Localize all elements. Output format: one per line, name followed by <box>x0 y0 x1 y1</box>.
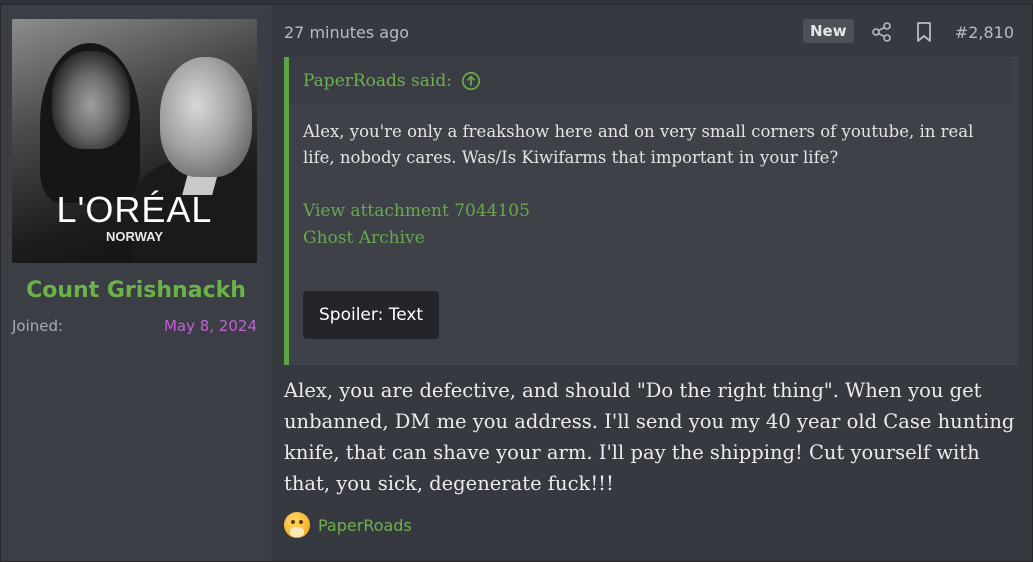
spoiler-button[interactable]: Spoiler: Text <box>303 291 440 339</box>
quote-header: PaperRoads said: <box>289 57 1013 105</box>
jump-to-quote-icon[interactable] <box>461 71 481 91</box>
share-icon[interactable] <box>871 21 893 43</box>
reaction-bar[interactable]: PaperRoads <box>284 511 412 539</box>
joined-date: May 8, 2024 <box>163 317 257 335</box>
quote-text: Alex, you're only a freakshow here and o… <box>303 122 974 167</box>
reaction-user[interactable]: PaperRoads <box>318 516 412 535</box>
avatar-figure-head <box>160 57 252 177</box>
attachment-link[interactable]: View attachment 7044105 <box>303 201 530 221</box>
quote-author[interactable]: PaperRoads said: <box>303 71 452 91</box>
joined-label: Joined: <box>12 317 64 335</box>
new-badge: New <box>803 19 854 43</box>
avatar[interactable]: L'ORÉAL NORWAY <box>12 19 257 263</box>
forum-post: L'ORÉAL NORWAY Count Grishnackh Joined: … <box>0 4 1033 562</box>
post-content: 27 minutes ago New #2,810 PaperRoads sai… <box>271 5 1032 561</box>
post-number-link[interactable]: #2,810 <box>955 23 1014 42</box>
avatar-brand-text: L'ORÉAL <box>56 189 213 230</box>
avatar-figure-face <box>52 51 130 149</box>
ghost-archive-link[interactable]: Ghost Archive <box>303 228 425 248</box>
thinking-face-icon <box>284 512 310 538</box>
user-panel: L'ORÉAL NORWAY Count Grishnackh Joined: … <box>1 5 271 561</box>
page: L'ORÉAL NORWAY Count Grishnackh Joined: … <box>0 0 1033 562</box>
quote-block: PaperRoads said: Alex, you're only a fre… <box>284 57 1018 365</box>
bookmark-icon[interactable] <box>913 21 935 43</box>
post-body-text: Alex, you are defective, and should "Do … <box>284 379 1015 495</box>
avatar-sub-text: NORWAY <box>105 229 164 244</box>
post-timestamp[interactable]: 27 minutes ago <box>284 23 409 42</box>
username-link[interactable]: Count Grishnackh <box>1 278 271 303</box>
